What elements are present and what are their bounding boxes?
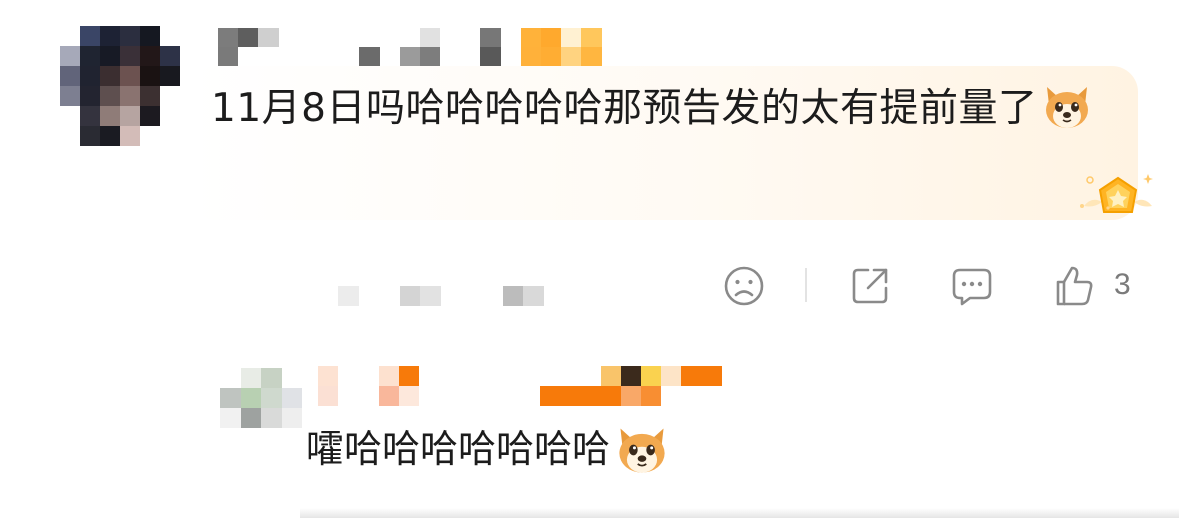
reply-body: 嚯哈哈哈哈哈哈哈 bbox=[306, 422, 670, 478]
gold-badge-icon bbox=[1078, 166, 1158, 228]
dog-face-emoji-icon bbox=[614, 424, 670, 476]
thumbs-up-icon bbox=[1056, 266, 1093, 306]
commenter-name[interactable] bbox=[218, 28, 622, 66]
comment-icon bbox=[952, 268, 992, 306]
like-button[interactable] bbox=[1050, 262, 1098, 310]
share-icon bbox=[852, 268, 888, 304]
action-divider bbox=[805, 268, 807, 302]
comment-thread: 11月8日吗哈哈哈哈哈那预告发的太有提前量了 3 嚯哈哈哈哈哈哈哈 bbox=[0, 0, 1179, 518]
reply-name[interactable] bbox=[318, 366, 722, 406]
comment-meta bbox=[338, 286, 544, 306]
cut-off-row bbox=[300, 508, 1179, 518]
comment-body: 11月8日吗哈哈哈哈哈那预告发的太有提前量了 bbox=[211, 78, 1111, 140]
reply-text: 嚯哈哈哈哈哈哈哈 bbox=[306, 427, 611, 471]
frown-icon bbox=[724, 266, 764, 306]
share-button[interactable] bbox=[846, 262, 894, 310]
comment-button[interactable] bbox=[948, 262, 996, 310]
dog-face-emoji-icon bbox=[1041, 83, 1093, 131]
comment-text: 11月8日吗哈哈哈哈哈那预告发的太有提前量了 bbox=[211, 86, 1038, 131]
like-count: 3 bbox=[1114, 268, 1131, 301]
dislike-button[interactable] bbox=[720, 262, 768, 310]
reply-avatar[interactable] bbox=[220, 368, 302, 428]
avatar[interactable] bbox=[60, 26, 180, 146]
